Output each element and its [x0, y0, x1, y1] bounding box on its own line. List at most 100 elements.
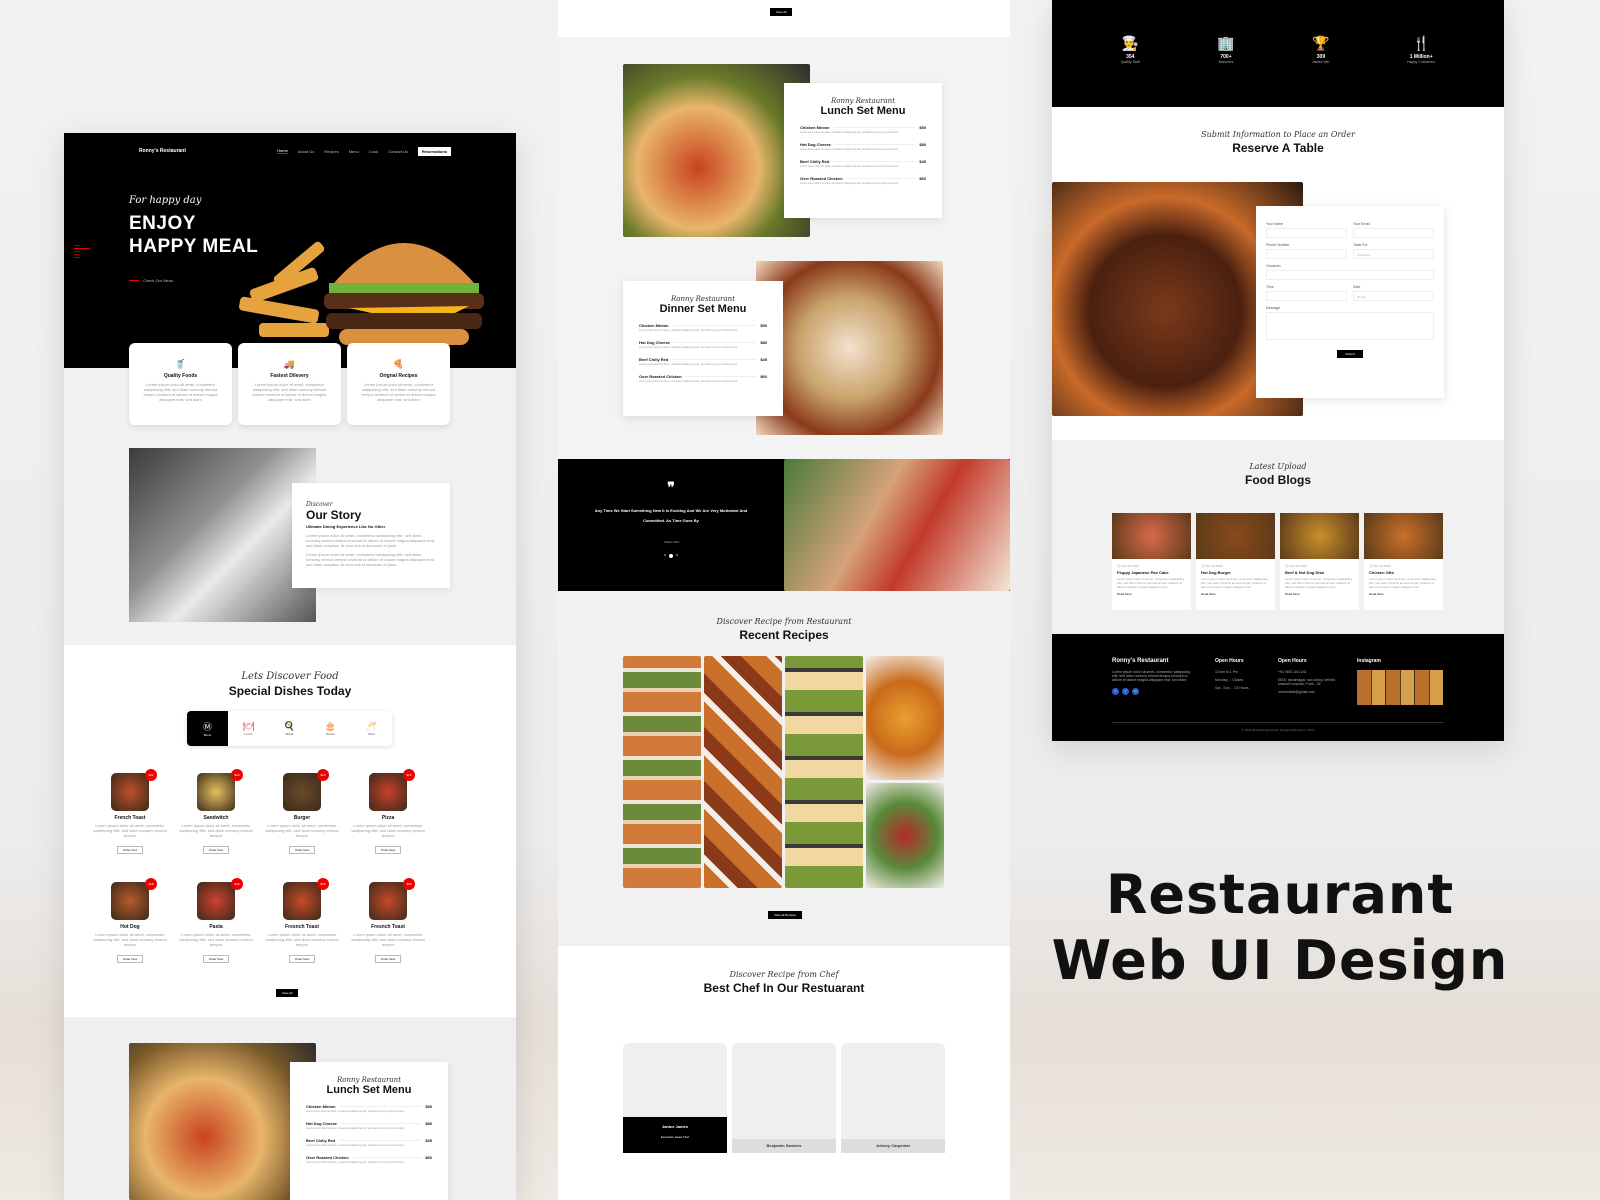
family-dining-image: [784, 459, 1010, 591]
email-input[interactable]: [1353, 228, 1434, 238]
chef-card[interactable]: Johnny Carpenter: [841, 1043, 945, 1153]
main-nav: Ronny's Restaurant Home About Us Recipes…: [129, 146, 451, 156]
dish-text: Lorem ipsum dolor sit amet, consetetur s…: [265, 823, 339, 838]
view-all-recipes-button[interactable]: View all Recipes: [768, 911, 802, 919]
hours-item: Monday ... Closed: [1215, 678, 1244, 682]
feature-card: 🥤 Quality Foods Lorem ipsum dolor sit am…: [129, 343, 232, 425]
table-for-select[interactable]: 4 Persons: [1353, 249, 1434, 259]
occasion-select[interactable]: [1266, 270, 1434, 280]
view-all-button[interactable]: View all: [276, 989, 299, 997]
menu-item-text: Lorem ipsum dolor sit amet, consetetur s…: [306, 1110, 405, 1113]
twitter-icon[interactable]: t: [1122, 688, 1129, 695]
order-now-button[interactable]: Order Now: [116, 846, 144, 854]
dish-text: Lorem ipsum dolor sit amet, consetetur s…: [351, 823, 425, 838]
submit-button[interactable]: Submit: [1337, 350, 1363, 358]
carousel-dots[interactable]: [558, 554, 784, 558]
time-input[interactable]: [1266, 291, 1347, 301]
menu-script: Ronny Restaurant: [336, 1076, 402, 1084]
price-badge: $20: [231, 769, 243, 781]
message-textarea[interactable]: [1266, 312, 1434, 340]
nav-cook[interactable]: Cook: [369, 149, 378, 154]
stat-item: 🍴 1 Million+ Happy Customers: [1407, 35, 1436, 64]
nav-contact[interactable]: Contact Us: [388, 149, 408, 154]
order-now-button[interactable]: Order Now: [116, 955, 144, 963]
phone-input[interactable]: [1266, 249, 1347, 259]
social-links: f t in: [1112, 688, 1192, 695]
recipe-photo: [866, 656, 944, 780]
email-link[interactable]: rohanshahl@gmail.com: [1278, 690, 1340, 694]
special-script: Lets Discover Food: [241, 671, 339, 682]
blogs-script: Latest Upload: [1249, 462, 1307, 471]
dish-card: $42 French Toast Lorem ipsum dolor sit ame…: [87, 769, 173, 856]
order-now-button[interactable]: Order Now: [374, 955, 402, 963]
lunch-menu-card: Ronny Restaurant Lunch Set Menu Chicken …: [290, 1062, 448, 1200]
order-now-button[interactable]: Order Now: [202, 846, 230, 854]
instagram-grid[interactable]: [1357, 670, 1443, 705]
burger-image: [239, 241, 484, 345]
menu-item-text: Lorem ipsum dolor sit amet, consetetur s…: [306, 1127, 405, 1130]
recipe-photo: [704, 656, 782, 888]
reserve-title: Reserve A Table: [1232, 141, 1324, 155]
home-page-mockup: Ronny's Restaurant Home About Us Recipes…: [64, 133, 516, 1200]
order-now-button[interactable]: Order Now: [202, 955, 230, 963]
building-icon: 🏢: [1217, 35, 1235, 51]
food-blogs-section: Latest Upload Food Blogs 🕒 Nov 01 2020 Fl…: [1052, 440, 1504, 634]
order-now-button[interactable]: Order Now: [288, 955, 316, 963]
menu-title: Dinner Set Menu: [659, 303, 747, 315]
hero-section: Ronny's Restaurant Home About Us Recipes…: [64, 133, 516, 368]
slide-indicator[interactable]: [74, 243, 90, 260]
read-more-link[interactable]: Read More: [1285, 592, 1354, 596]
menu-page-mockup: View all Ronny Restaurant Lunch Set Menu…: [558, 0, 1010, 1200]
blog-card[interactable]: 🕒 Nov 01 2020 Fluppy Japanese Pan Cake Lor…: [1112, 513, 1191, 610]
nav-menu[interactable]: Menu: [349, 149, 359, 154]
feature-text: Lorem ipsum dolor sit amet, consetetur s…: [252, 382, 327, 402]
tab-wine[interactable]: 🥂 Wine: [351, 711, 392, 746]
facebook-icon[interactable]: f: [1112, 688, 1119, 695]
blog-image: [1280, 513, 1359, 559]
nav-about[interactable]: About Us: [298, 149, 314, 154]
feature-title: Orignal Recipes: [379, 373, 418, 379]
tab-desert[interactable]: 🎂 Desert: [310, 711, 351, 746]
blog-date: 🕒 Nov 01 2020: [1201, 564, 1223, 568]
wine-icon: 🥂: [365, 721, 378, 731]
read-more-link[interactable]: Read More: [1369, 592, 1438, 596]
story-script: Discover: [306, 501, 333, 508]
recipe-photo: [623, 656, 701, 888]
view-all-button[interactable]: View all: [770, 8, 793, 16]
blog-card[interactable]: 🕒 Nov 01 2020 Beef & Hot Dog Dish Lorem ip…: [1280, 513, 1359, 610]
tab-menu[interactable]: Ⓜ Menu: [187, 711, 228, 746]
stat-item: 👨‍🍳 354 Quality Staff: [1120, 35, 1140, 64]
cutlery-icon: 🍴: [1412, 35, 1430, 51]
dish-text: Lorem ipsum dolor sit amet, consetetur s…: [351, 932, 425, 947]
blog-image: [1112, 513, 1191, 559]
read-more-link[interactable]: Read More: [1201, 592, 1270, 596]
read-more-link[interactable]: Read More: [1117, 592, 1186, 596]
blog-card[interactable]: 🕒 Nov 01 2020 Hot Dog Burger Lorem ipsum d…: [1196, 513, 1275, 610]
blog-title: Chicken Otto: [1369, 570, 1394, 575]
blog-excerpt: Lorem ipsum dolor sit amet, consetetur s…: [1285, 577, 1352, 589]
order-now-button[interactable]: Order Now: [374, 846, 402, 854]
chef-card[interactable]: Benjamin Sanders: [732, 1043, 836, 1153]
nav-home[interactable]: Home: [277, 148, 288, 154]
breakfast-icon: 🍳: [283, 721, 296, 731]
tab-break[interactable]: 🍳 Break: [269, 711, 310, 746]
reservations-button[interactable]: Reservations: [417, 146, 451, 156]
hero-script: For happy day: [129, 195, 202, 206]
dish-image: $28: [111, 878, 157, 920]
chef-name: Janice James: [661, 1124, 689, 1129]
blog-image: [1364, 513, 1443, 559]
menu-item-text: Lorem ipsum dolor sit amet, consetetur s…: [639, 363, 738, 366]
blog-card[interactable]: 🕒 Nov 01 2020 Chicken Otto Lorem ipsum dol…: [1364, 513, 1443, 610]
name-input[interactable]: [1266, 228, 1347, 238]
brand-logo[interactable]: Ronny's Restaurant: [139, 148, 186, 154]
order-now-button[interactable]: Order Now: [288, 846, 316, 854]
feature-text: Lorem ipsum dolor sit amet, consetetur s…: [143, 382, 218, 402]
date-input[interactable]: 20 Jun: [1353, 291, 1434, 301]
price-badge: $40: [231, 878, 243, 890]
tab-lunch[interactable]: 🍽 Lunch: [228, 711, 269, 746]
linkedin-icon[interactable]: in: [1132, 688, 1139, 695]
chef-card[interactable]: Janice James Executive Head Chef: [623, 1043, 727, 1153]
dish-name: Fresnch Toast: [371, 924, 405, 930]
nav-recipes[interactable]: Recipes: [324, 149, 338, 154]
food-drink-icon: 🥤: [174, 359, 187, 369]
